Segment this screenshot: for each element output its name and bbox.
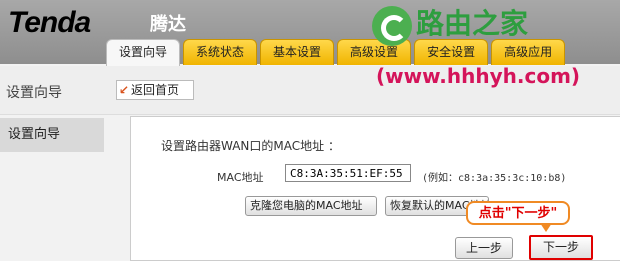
- back-home-label: 返回首页: [131, 83, 180, 97]
- back-arrow-icon: ↙: [118, 83, 130, 97]
- mac-example-text: (例如：c8:3a:35:3c:10:b8): [422, 173, 567, 184]
- clone-mac-button[interactable]: 克隆您电脑的MAC地址: [245, 196, 377, 216]
- watermark-logo-icon: [372, 6, 412, 46]
- back-home-button[interactable]: ↙ 返回首页: [116, 80, 194, 100]
- tab-setup-wizard[interactable]: 设置向导: [106, 39, 181, 67]
- tenda-logo: Tenda: [8, 6, 91, 39]
- section-title: 设置向导: [6, 85, 62, 101]
- mac-address-label: MAC地址: [217, 171, 264, 184]
- tab-basic-settings[interactable]: 基本设置: [260, 39, 335, 65]
- header-bar: Tenda 腾达 设置向导 系统状态 基本设置 高级设置 安全设置 高级应用 路…: [0, 0, 620, 67]
- brand-chinese-name: 腾达: [150, 14, 186, 35]
- panel-title: 设置路由器WAN口的MAC地址 ：: [161, 139, 340, 153]
- main-tabs: 设置向导 系统状态 基本设置 高级设置 安全设置 高级应用: [106, 39, 566, 67]
- sidebar: 设置向导: [0, 115, 104, 259]
- previous-step-button[interactable]: 上一步: [455, 237, 513, 259]
- sidebar-item-setup-wizard[interactable]: 设置向导: [0, 118, 104, 152]
- mac-address-input[interactable]: [285, 164, 411, 182]
- main-panel: 设置路由器WAN口的MAC地址 ： MAC地址 (例如：c8:3a:35:3c:…: [130, 116, 620, 261]
- watermark-url: (www.hhhyh.com): [376, 64, 581, 88]
- tab-security-settings[interactable]: 安全设置: [414, 39, 489, 65]
- next-step-button[interactable]: 下一步: [529, 235, 593, 260]
- tab-advanced-apps[interactable]: 高级应用: [491, 39, 566, 65]
- next-step-callout: 点击"下一步": [466, 201, 570, 232]
- watermark-brand: 路由之家: [416, 7, 529, 40]
- tab-system-status[interactable]: 系统状态: [183, 39, 258, 65]
